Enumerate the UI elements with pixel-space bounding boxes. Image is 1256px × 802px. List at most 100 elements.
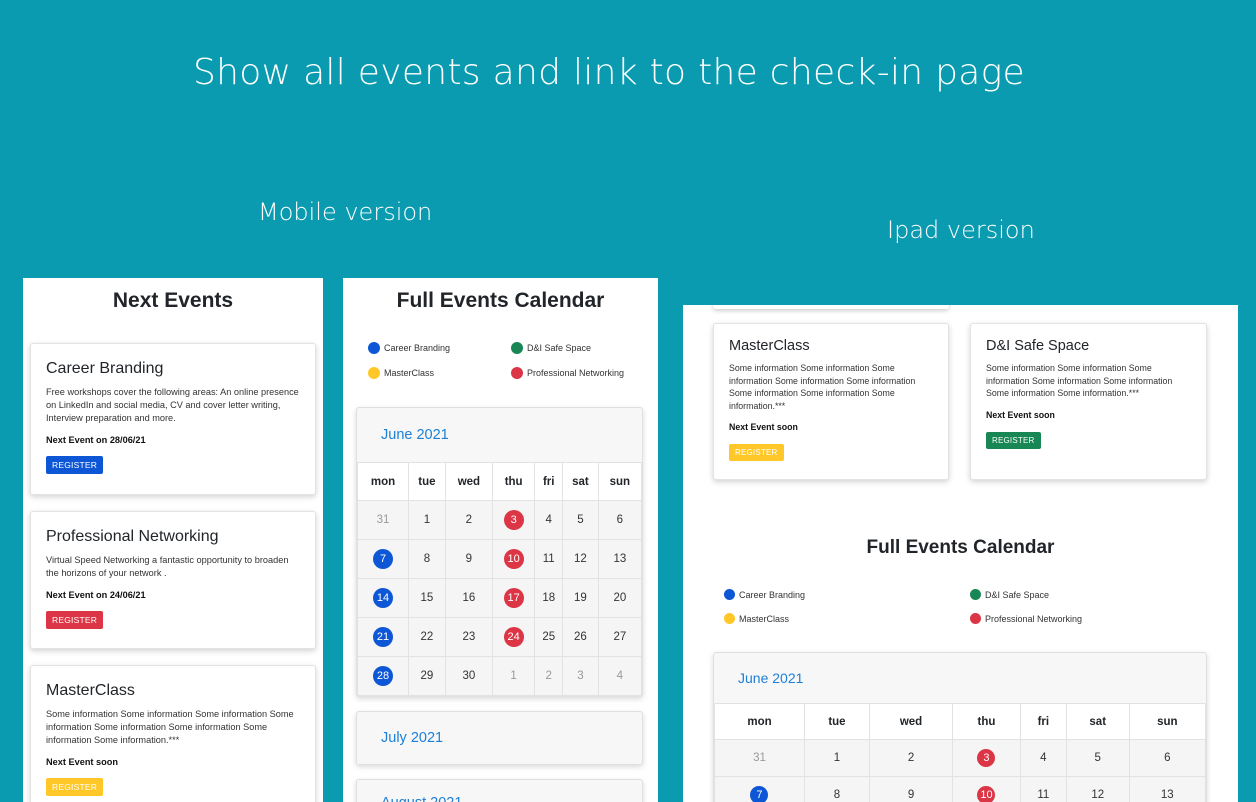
calendar-day-cell[interactable]: 30 bbox=[444, 656, 493, 696]
calendar-day-cell[interactable]: 3 bbox=[952, 739, 1021, 777]
ipad-month-card-june: June 2021 mon tue wed thu fri sat sun 31 1 2 3 4 5 6… bbox=[713, 652, 1207, 802]
event-card-next-date: Next Event on 28/06/21 bbox=[46, 435, 146, 445]
calendar-day-cell[interactable]: 3 bbox=[562, 656, 599, 696]
calendar-day-cell[interactable]: 6 bbox=[597, 500, 642, 540]
calendar-day-cell[interactable]: 8 bbox=[408, 539, 446, 579]
calendar-grid: mon tue wed thu fri sat sun 31 1 2 3 4 5 6 7 8 9 10 11 12 1… bbox=[357, 462, 642, 696]
month-header[interactable]: June 2021 bbox=[357, 408, 642, 462]
legend-item-career-branding: Career Branding bbox=[724, 589, 805, 600]
calendar-day-cell[interactable]: 5 bbox=[562, 500, 599, 540]
calendar-day-cell[interactable]: 11 bbox=[534, 539, 564, 579]
calendar-day-cell[interactable]: 9 bbox=[868, 776, 954, 802]
calendar-day-cell[interactable]: 2 bbox=[534, 656, 564, 696]
event-card-masterclass: MasterClass Some information Some inform… bbox=[30, 665, 316, 802]
calendar-day-cell[interactable]: 3 bbox=[491, 500, 536, 540]
legend-dot-icon bbox=[970, 589, 981, 600]
event-day-marker[interactable]: 7 bbox=[750, 786, 769, 802]
calendar-week-row: 21 22 23 24 25 26 27 bbox=[357, 617, 642, 657]
weekday-header: sat bbox=[1065, 703, 1130, 740]
register-button[interactable]: REGISTER bbox=[46, 611, 104, 629]
weekday-header: thu bbox=[952, 703, 1021, 740]
weekday-header: tue bbox=[803, 703, 870, 740]
calendar-day-cell[interactable]: 19 bbox=[562, 578, 599, 618]
calendar-day-cell[interactable]: 29 bbox=[408, 656, 446, 696]
calendar-day-cell[interactable]: 1 bbox=[408, 500, 446, 540]
event-day-marker[interactable]: 28 bbox=[373, 666, 393, 686]
ipad-screen: MasterClass Some information Some inform… bbox=[683, 305, 1238, 802]
calendar-day-cell[interactable]: 7 bbox=[714, 776, 805, 802]
calendar-day-cell[interactable]: 23 bbox=[444, 617, 493, 657]
month-header[interactable]: July 2021 bbox=[357, 712, 642, 764]
legend-label: Career Branding bbox=[384, 343, 451, 353]
calendar-day-cell[interactable]: 4 bbox=[1019, 739, 1067, 777]
calendar-day-cell[interactable]: 6 bbox=[1128, 739, 1206, 777]
calendar-day-cell[interactable]: 17 bbox=[491, 578, 536, 618]
register-button[interactable]: REGISTER bbox=[46, 778, 104, 796]
ipad-version-label: Ipad version bbox=[887, 216, 1035, 244]
event-day-marker[interactable]: 3 bbox=[977, 749, 996, 767]
calendar-day-cell[interactable]: 22 bbox=[408, 617, 446, 657]
month-card-june: June 2021 mon tue wed thu fri sat sun 31 1 2 3 4 5 6… bbox=[356, 407, 643, 697]
event-card-description: Some information Some information Some i… bbox=[729, 363, 916, 411]
calendar-day-cell[interactable]: 26 bbox=[562, 617, 599, 657]
calendar-week-row: 31 1 2 3 4 5 6 bbox=[357, 500, 642, 540]
calendar-title: Full Events Calendar bbox=[396, 289, 605, 312]
calendar-day-cell[interactable]: 11 bbox=[1019, 776, 1067, 802]
calendar-day-cell[interactable]: 10 bbox=[491, 539, 536, 579]
register-button[interactable]: REGISTER bbox=[986, 431, 1041, 449]
event-day-marker[interactable]: 17 bbox=[503, 588, 524, 608]
legend-item-dei-safe-space: D&I Safe Space bbox=[511, 342, 591, 354]
calendar-day-cell[interactable]: 1 bbox=[803, 739, 870, 777]
event-day-marker[interactable]: 21 bbox=[373, 627, 393, 647]
calendar-day-cell[interactable]: 8 bbox=[803, 776, 870, 802]
event-day-marker[interactable]: 10 bbox=[977, 786, 996, 802]
event-card-title: Career Branding bbox=[46, 360, 164, 377]
calendar-day-cell[interactable]: 12 bbox=[562, 539, 599, 579]
event-day-marker[interactable]: 10 bbox=[503, 549, 524, 569]
calendar-day-cell[interactable]: 2 bbox=[444, 500, 493, 540]
calendar-day-cell[interactable]: 7 bbox=[357, 539, 409, 579]
event-card-description: Free workshops cover the following areas… bbox=[46, 387, 299, 423]
calendar-day-cell[interactable]: 25 bbox=[534, 617, 564, 657]
legend-dot-icon bbox=[368, 367, 380, 379]
calendar-day-cell[interactable]: 18 bbox=[534, 578, 564, 618]
event-card-title: MasterClass bbox=[46, 682, 135, 699]
calendar-day-cell[interactable]: 21 bbox=[357, 617, 409, 657]
weekday-header: thu bbox=[491, 462, 536, 501]
month-header[interactable]: August 2021 bbox=[357, 780, 642, 802]
calendar-day-cell[interactable]: 16 bbox=[444, 578, 493, 618]
calendar-day-cell[interactable]: 20 bbox=[597, 578, 642, 618]
weekday-header: wed bbox=[868, 703, 954, 740]
month-header[interactable]: June 2021 bbox=[714, 653, 1206, 703]
calendar-day-cell[interactable]: 15 bbox=[408, 578, 446, 618]
legend-label: Professional Networking bbox=[527, 368, 625, 378]
calendar-day-cell[interactable]: 12 bbox=[1065, 776, 1130, 802]
event-day-marker[interactable]: 24 bbox=[503, 627, 524, 647]
weekday-header: sat bbox=[562, 462, 599, 501]
event-day-marker[interactable]: 3 bbox=[503, 510, 524, 530]
calendar-day-cell[interactable]: 27 bbox=[597, 617, 642, 657]
calendar-day-cell[interactable]: 4 bbox=[534, 500, 564, 540]
register-button[interactable]: REGISTER bbox=[46, 456, 104, 474]
legend-item-dei-safe-space: D&I Safe Space bbox=[970, 589, 1049, 600]
register-button[interactable]: REGISTER bbox=[729, 444, 784, 461]
weekday-header: sun bbox=[597, 462, 642, 501]
weekday-header: mon bbox=[714, 703, 805, 740]
calendar-day-cell[interactable]: 14 bbox=[357, 578, 409, 618]
ipad-event-card-dei-safe-space: D&I Safe Space Some information Some inf… bbox=[970, 323, 1207, 480]
calendar-day-cell[interactable]: 4 bbox=[597, 656, 642, 696]
event-day-marker[interactable]: 7 bbox=[373, 549, 393, 569]
calendar-day-cell[interactable]: 28 bbox=[357, 656, 409, 696]
calendar-day-cell[interactable]: 10 bbox=[952, 776, 1021, 802]
calendar-day-cell[interactable]: 1 bbox=[491, 656, 536, 696]
calendar-day-cell[interactable]: 5 bbox=[1065, 739, 1130, 777]
calendar-day-cell[interactable]: 2 bbox=[868, 739, 954, 777]
calendar-day-cell[interactable]: 24 bbox=[491, 617, 536, 657]
legend-item-professional-networking: Professional Networking bbox=[511, 367, 624, 379]
calendar-day-cell[interactable]: 31 bbox=[357, 500, 409, 540]
calendar-day-cell[interactable]: 9 bbox=[444, 539, 493, 579]
event-day-marker[interactable]: 14 bbox=[373, 588, 393, 608]
calendar-day-cell[interactable]: 13 bbox=[597, 539, 642, 579]
calendar-day-cell[interactable]: 13 bbox=[1128, 776, 1206, 802]
calendar-day-cell[interactable]: 31 bbox=[714, 739, 805, 777]
